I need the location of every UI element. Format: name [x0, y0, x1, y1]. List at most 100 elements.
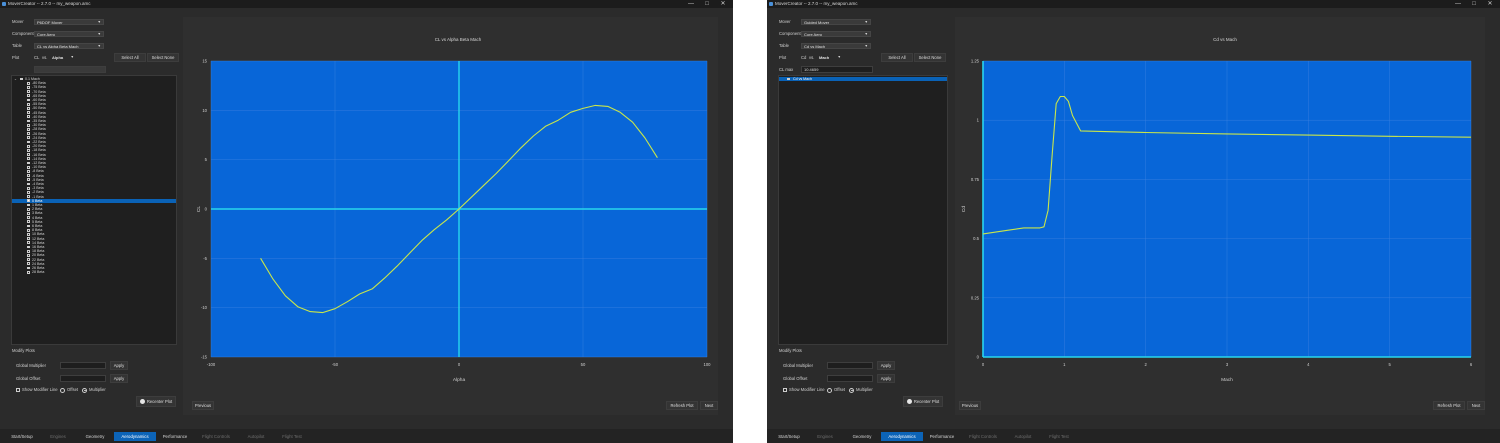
mover-select[interactable]: P6DOF Mover ▼ [34, 19, 104, 25]
offset-radio[interactable] [827, 387, 832, 393]
item-checkbox[interactable] [27, 190, 30, 194]
minimize-icon[interactable]: — [1451, 0, 1465, 8]
item-checkbox[interactable] [27, 241, 30, 245]
item-checkbox[interactable] [27, 186, 30, 190]
tab-flight-controls[interactable]: Flight Controls [194, 432, 238, 441]
select-none-button[interactable]: Select None [914, 53, 946, 62]
filter-field[interactable] [34, 66, 106, 73]
item-checkbox[interactable] [27, 237, 30, 240]
item-checkbox[interactable] [27, 153, 30, 156]
item-checkbox[interactable] [27, 203, 30, 207]
item-checkbox[interactable] [27, 157, 30, 161]
global-offset-field[interactable] [827, 375, 873, 382]
close-icon[interactable]: ✕ [716, 0, 730, 8]
item-checkbox[interactable] [27, 106, 30, 110]
item-checkbox[interactable] [27, 266, 30, 270]
plot-x-select[interactable]: Mach ▼ [817, 55, 843, 61]
component-select[interactable]: Core Aero ▼ [34, 31, 104, 37]
chart[interactable]: 1.25 1 0.75 0.5 0.25 00 1 2 3 4 5 6 Mach Cd [958, 56, 1478, 386]
refresh-plot-button[interactable]: Refresh Plot [1433, 401, 1465, 410]
tree-item-cd-vs-mach[interactable]: Cd vs Mach [779, 77, 947, 82]
item-checkbox[interactable] [27, 136, 30, 140]
item-checkbox[interactable] [27, 228, 30, 232]
item-checkbox[interactable] [27, 245, 30, 249]
tab-performance[interactable]: Performance [924, 432, 960, 441]
tab-flight-controls[interactable]: Flight Controls [961, 432, 1005, 441]
item-checkbox[interactable] [27, 132, 30, 135]
tab-start-setup[interactable]: Start/Setup [5, 432, 39, 441]
maximize-icon[interactable]: □ [700, 0, 714, 8]
global-multiplier-field[interactable] [827, 362, 873, 369]
item-checkbox[interactable] [787, 77, 790, 81]
recenter-plot-button[interactable]: Recenter Plot [903, 396, 943, 407]
apply-offset-button[interactable]: Apply [110, 374, 128, 383]
tab-autopilot[interactable]: Autopilot [239, 432, 273, 441]
item-checkbox[interactable] [27, 211, 30, 215]
tab-geometry[interactable]: Geometry [77, 432, 113, 441]
tree-item-beta[interactable]: 28 Beta [12, 270, 176, 274]
refresh-plot-button[interactable]: Refresh Plot [666, 401, 698, 410]
tab-engines[interactable]: Engines [807, 432, 843, 441]
item-checkbox[interactable] [27, 216, 30, 219]
table-select[interactable]: CL vs Alpha Beta Mach ▼ [34, 43, 104, 49]
item-checkbox[interactable] [27, 270, 30, 274]
item-checkbox[interactable] [27, 207, 30, 211]
item-checkbox[interactable] [27, 161, 30, 165]
select-all-button[interactable]: Select All [881, 53, 913, 62]
item-checkbox[interactable] [27, 94, 30, 98]
next-button[interactable]: Next [1467, 401, 1485, 410]
multiplier-radio[interactable] [82, 387, 87, 393]
previous-button[interactable]: Previous [192, 401, 214, 410]
tab-geometry[interactable]: Geometry [844, 432, 880, 441]
item-checkbox[interactable] [27, 127, 30, 131]
item-checkbox[interactable] [27, 195, 30, 198]
curve-tree[interactable]: Cd vs Mach [778, 75, 948, 345]
table-select[interactable]: Cd vs Mach ▼ [801, 43, 871, 49]
tab-flight-test[interactable]: Flight Test [1041, 432, 1077, 441]
mover-select[interactable]: Guided Mover ▼ [801, 19, 871, 25]
item-checkbox[interactable] [27, 144, 30, 148]
item-checkbox[interactable] [27, 148, 30, 152]
tab-flight-test[interactable]: Flight Test [274, 432, 310, 441]
tab-engines[interactable]: Engines [40, 432, 76, 441]
tab-start-setup[interactable]: Start/Setup [772, 432, 806, 441]
item-checkbox[interactable] [27, 232, 30, 236]
item-checkbox[interactable] [27, 98, 30, 102]
item-checkbox[interactable] [27, 169, 30, 173]
apply-offset-button[interactable]: Apply [877, 374, 895, 383]
item-checkbox[interactable] [27, 90, 30, 93]
multiplier-radio[interactable] [849, 387, 854, 393]
item-checkbox[interactable] [27, 182, 30, 186]
item-checkbox[interactable] [27, 81, 30, 85]
tab-performance[interactable]: Performance [157, 432, 193, 441]
chart[interactable]: 151050-5-10-15-100 -50 0 50 100AlphaCL [194, 56, 714, 386]
component-select[interactable]: Core Aero ▼ [801, 31, 871, 37]
item-checkbox[interactable] [20, 77, 23, 81]
previous-button[interactable]: Previous [959, 401, 981, 410]
offset-radio[interactable] [60, 387, 65, 393]
item-checkbox[interactable] [27, 102, 30, 106]
curve-tree[interactable]: ⌄ 0.1 Mach -80 Beta -75 Beta -70 Beta -65 Bet… [11, 75, 177, 345]
item-checkbox[interactable] [27, 249, 30, 253]
tab-autopilot[interactable]: Autopilot [1006, 432, 1040, 441]
show-modifier-line-checkbox[interactable] [783, 388, 787, 392]
select-all-button[interactable]: Select All [114, 53, 146, 62]
item-checkbox[interactable] [27, 174, 30, 177]
maximize-icon[interactable]: □ [1467, 0, 1481, 8]
item-checkbox[interactable] [27, 111, 30, 114]
cl-max-field[interactable]: 10.4659 [801, 66, 873, 73]
apply-multiplier-button[interactable]: Apply [877, 361, 895, 370]
item-checkbox[interactable] [27, 262, 30, 266]
item-checkbox[interactable] [27, 258, 30, 261]
recenter-plot-button[interactable]: Recenter Plot [136, 396, 176, 407]
select-none-button[interactable]: Select None [147, 53, 179, 62]
apply-multiplier-button[interactable]: Apply [110, 361, 128, 370]
tab-aerodynamics[interactable]: Aerodynamics [114, 432, 156, 441]
minimize-icon[interactable]: — [684, 0, 698, 8]
item-checkbox[interactable] [27, 220, 30, 224]
item-checkbox[interactable] [27, 140, 30, 144]
tab-aerodynamics[interactable]: Aerodynamics [881, 432, 923, 441]
next-button[interactable]: Next [700, 401, 718, 410]
item-checkbox[interactable] [27, 253, 30, 257]
item-checkbox[interactable] [27, 165, 30, 169]
